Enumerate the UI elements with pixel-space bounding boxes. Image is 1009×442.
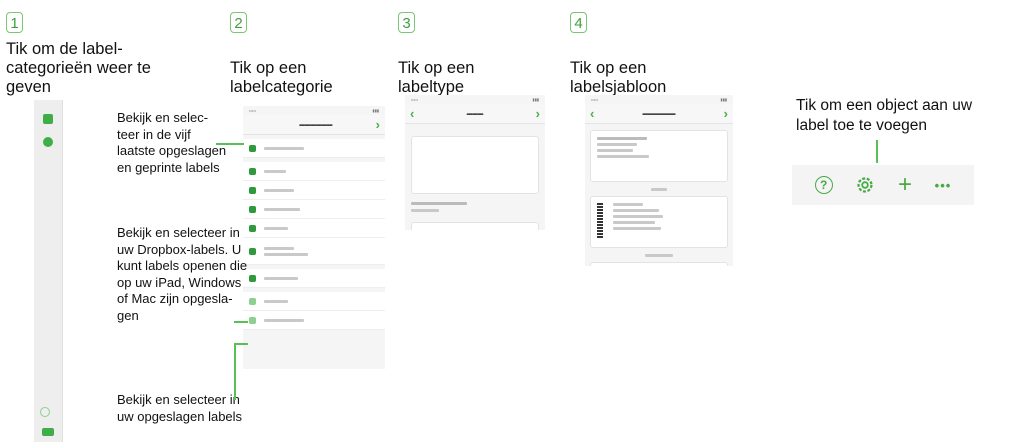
callout-dropbox-labels: Bekijk en selecteer in uw Dropbox-labels… — [117, 225, 248, 323]
template-card[interactable] — [590, 130, 728, 182]
template-card[interactable] — [590, 196, 728, 248]
chevron-right-icon[interactable]: › — [536, 107, 540, 120]
step-3-number: 3 — [398, 12, 415, 33]
category-row[interactable] — [243, 219, 385, 238]
object-toolbar: ? + ••• — [792, 165, 974, 205]
settings-icon[interactable] — [855, 175, 875, 195]
category-icon — [249, 247, 256, 255]
step-1-number: 1 — [6, 12, 23, 33]
template-screen: ••••• ▮▮▮ ‹ ▬▬▬▬▬▬ › — [585, 95, 733, 266]
category-row[interactable] — [243, 162, 385, 181]
help-icon[interactable]: ? — [814, 176, 833, 194]
chevron-right-icon[interactable]: › — [724, 107, 728, 120]
template-navbar: ‹ ▬▬▬▬▬▬ › — [585, 104, 733, 124]
status-bar: ••••• ▮▮▮ — [591, 97, 727, 102]
recent-icon[interactable] — [43, 137, 53, 147]
label-type-nav-title: ▬▬▬ — [466, 110, 484, 117]
plus-icon[interactable]: + — [898, 173, 912, 197]
dropbox-icon — [249, 297, 256, 305]
category-screen: ••••• ▮▮▮ ▬▬▬▬▬▬ › — [243, 106, 385, 369]
label-type-card[interactable] — [411, 136, 539, 194]
callout-saved-labels: Bekijk en selecteer in uw opgeslagen lab… — [117, 392, 243, 424]
callout-line-add-object — [876, 140, 878, 163]
template-nav-title: ▬▬▬▬▬▬ — [642, 110, 676, 117]
category-icon — [249, 167, 256, 175]
callout-line-saved-v — [234, 343, 236, 400]
status-bar: ••••• ▮▮▮ — [411, 97, 539, 102]
saved-labels-row[interactable] — [243, 311, 385, 330]
dropbox-icon[interactable] — [40, 407, 50, 417]
template-card[interactable] — [590, 262, 728, 266]
category-icon — [249, 144, 256, 152]
category-nav-title: ▬▬▬▬▬▬ — [299, 121, 333, 128]
step-2-number: 2 — [230, 12, 247, 33]
callout-recent-labels: Bekijk en selec-teer in de vijf laatste … — [117, 110, 227, 175]
step-4-number: 4 — [570, 12, 587, 33]
category-navbar: ▬▬▬▬▬▬ › — [243, 115, 385, 135]
category-row[interactable] — [243, 200, 385, 219]
category-icon — [249, 274, 256, 282]
chevron-left-icon[interactable]: ‹ — [590, 107, 594, 120]
step-2-title: Tik op een labelcategorie — [230, 59, 333, 96]
callout-line-recent — [216, 143, 244, 145]
status-bar: ••••• ▮▮▮ — [249, 108, 379, 113]
category-icon — [249, 224, 256, 232]
callout-line-dropbox — [234, 321, 248, 323]
callout-line-saved-h — [234, 343, 248, 345]
category-icon — [249, 186, 256, 194]
template-caption — [585, 182, 733, 196]
category-row[interactable] — [243, 181, 385, 200]
saved-labels-icon[interactable] — [42, 428, 54, 436]
sidebar-screen — [34, 100, 63, 442]
label-type-screen: ••••• ▮▮▮ ‹ ▬▬▬ › — [405, 95, 545, 230]
dropbox-row[interactable] — [243, 292, 385, 311]
step-4-title: Tik op een labelsjabloon — [570, 59, 667, 96]
label-type-card[interactable] — [411, 222, 539, 230]
saved-labels-icon — [249, 316, 256, 324]
labels-icon[interactable] — [43, 114, 53, 124]
category-row[interactable] — [243, 139, 385, 158]
category-row[interactable] — [243, 238, 385, 265]
step-1-title: Tik om de label-categorieën weer te geve… — [6, 40, 151, 96]
label-type-caption — [411, 202, 539, 212]
step-3-title: Tik op een labeltype — [398, 59, 475, 96]
label-type-navbar: ‹ ▬▬▬ › — [405, 104, 545, 124]
chevron-right-icon[interactable]: › — [376, 118, 380, 131]
barcode-icon — [597, 203, 603, 239]
chevron-left-icon[interactable]: ‹ — [410, 107, 414, 120]
template-caption — [585, 248, 733, 262]
category-icon — [249, 205, 256, 213]
category-row[interactable] — [243, 269, 385, 288]
more-icon[interactable]: ••• — [935, 178, 952, 193]
callout-add-object: Tik om een object aan uw label toe te vo… — [796, 97, 973, 134]
